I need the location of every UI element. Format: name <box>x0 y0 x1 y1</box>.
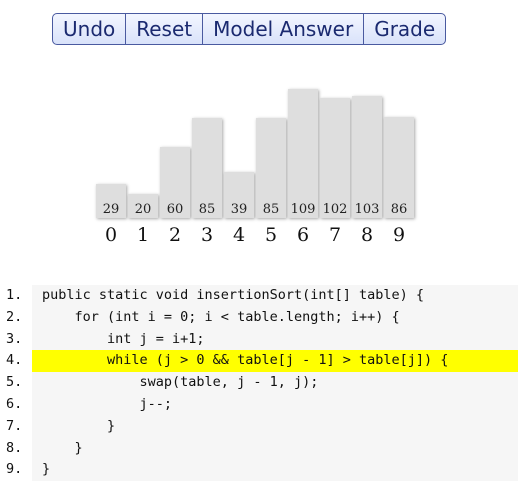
code-line: 6. j--; <box>0 393 530 416</box>
line-number: 5. <box>6 374 23 391</box>
array-bar-value: 103 <box>354 202 380 217</box>
code-text: for (int i = 0; i < table.length; i++) { <box>42 308 400 325</box>
array-bar-value: 85 <box>262 202 280 217</box>
code-text: public static void insertionSort(int[] t… <box>42 287 425 303</box>
array-index-label: 1 <box>136 224 150 246</box>
array-bar-value: 39 <box>230 202 248 217</box>
array-index-label: 3 <box>200 224 214 246</box>
array-bar-value: 102 <box>322 202 348 217</box>
code-text: j--; <box>42 395 173 412</box>
code-text: } <box>42 461 51 478</box>
array-bar-value: 29 <box>102 202 120 217</box>
code-line: 7. } <box>0 415 530 438</box>
array-index-label: 7 <box>328 224 342 246</box>
code-line-background <box>32 459 518 482</box>
code-text: } <box>42 439 83 456</box>
array-index-label: 2 <box>168 224 182 246</box>
code-listing: 1. public static void insertionSort(int[]… <box>0 285 530 482</box>
code-text: } <box>42 417 116 434</box>
code-line: 3. int j = i+1; <box>0 328 530 351</box>
line-number: 2. <box>6 308 23 325</box>
array-bar-value: 85 <box>198 202 216 217</box>
array-bar[interactable] <box>352 96 382 218</box>
code-line: 8. } <box>0 437 530 460</box>
line-number: 9. <box>6 461 23 478</box>
line-number: 7. <box>6 417 23 434</box>
array-visualization: 29 0 20 1 60 2 85 3 39 4 85 5 109 6 102 7 103 8 86 9 <box>0 0 530 250</box>
code-line-background <box>32 437 518 460</box>
array-index-label: 9 <box>392 224 406 246</box>
array-bar-value: 60 <box>166 202 184 217</box>
code-line: 1. public static void insertionSort(int[]… <box>0 285 530 307</box>
array-bar[interactable] <box>320 98 350 218</box>
code-line: 4. while (j > 0 && table[j - 1] > table[… <box>0 350 530 373</box>
code-text: int j = i+1; <box>42 330 205 347</box>
line-number: 8. <box>6 439 23 456</box>
array-index-label: 8 <box>360 224 374 246</box>
line-number: 6. <box>6 395 23 412</box>
array-index-label: 4 <box>232 224 246 246</box>
array-bar[interactable] <box>288 89 318 218</box>
code-line: 9.} <box>0 459 530 482</box>
array-index-label: 6 <box>296 224 310 246</box>
code-text: while (j > 0 && table[j - 1] > table[j])… <box>42 352 449 369</box>
array-bar-value: 109 <box>290 202 316 217</box>
line-number: 1. <box>6 287 23 303</box>
line-number: 4. <box>6 352 23 369</box>
code-text: swap(table, j - 1, j); <box>42 374 319 391</box>
code-line: 2. for (int i = 0; i < table.length; i++… <box>0 306 530 329</box>
array-bar-value: 86 <box>390 202 408 217</box>
array-index-label: 0 <box>104 224 118 246</box>
line-number: 3. <box>6 330 23 347</box>
array-bar-value: 20 <box>134 202 152 217</box>
array-index-label: 5 <box>264 224 278 246</box>
code-line: 5. swap(table, j - 1, j); <box>0 372 530 394</box>
